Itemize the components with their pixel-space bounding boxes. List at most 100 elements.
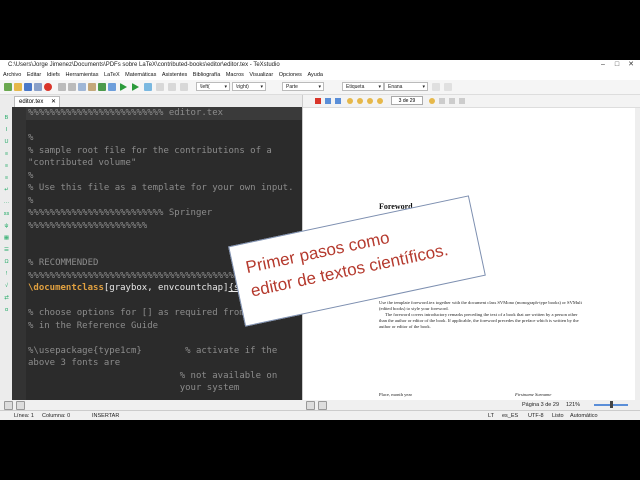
maximize-button[interactable]: □ <box>610 60 624 70</box>
forward-icon[interactable] <box>429 98 435 104</box>
code-line: your system <box>28 383 240 393</box>
minimize-button[interactable]: – <box>596 60 610 70</box>
code-line: above 3 fonts are <box>28 358 121 368</box>
place-date: Place, month year <box>379 392 413 397</box>
save-icon[interactable] <box>24 83 32 91</box>
code-line: %\usepackage{type1cm} % activate if the <box>28 345 278 356</box>
left-delim-select[interactable]: \left( <box>196 82 230 92</box>
viewer-scrollbar[interactable] <box>635 108 640 400</box>
page-number-input[interactable]: 3 de 29 <box>391 96 423 105</box>
search-pdf-icon[interactable] <box>335 98 341 104</box>
greek-icon[interactable]: α <box>3 307 10 313</box>
menu-matematicas[interactable]: Matemáticas <box>125 72 156 78</box>
search-icon[interactable] <box>98 83 106 91</box>
foreword-paragraph-2: The foreword covers introductory remarks… <box>379 312 579 329</box>
menu-archivo[interactable]: Archivo <box>3 72 21 78</box>
messages-toggle-icon[interactable] <box>16 401 25 410</box>
zoom-level: 121% <box>566 402 581 408</box>
menu-idiefs[interactable]: Idiefs <box>47 72 60 78</box>
author-name: Firstname Surname <box>515 392 552 397</box>
ready-indicator: Listo <box>552 413 564 419</box>
view-icon[interactable] <box>144 83 152 91</box>
label-select[interactable]: Etiqueta <box>342 82 384 92</box>
status-bottom-row: Línea: 1 Columna: 0 INSERTAR LT es_ES UT… <box>0 410 640 420</box>
ellipsis-icon[interactable]: … <box>3 199 10 205</box>
copy-icon[interactable] <box>78 83 86 91</box>
menu-ayuda[interactable]: Ayuda <box>307 72 323 78</box>
code-line: "contributed volume" <box>28 158 137 168</box>
italic-icon[interactable] <box>444 83 452 91</box>
code-line: %%%%%%%%%%%%%%%%%%%%%% <box>28 220 148 231</box>
menu-visualizar[interactable]: Visualizar <box>249 72 273 78</box>
bold-icon[interactable] <box>432 83 440 91</box>
stop-icon[interactable] <box>44 83 52 91</box>
open-folder-icon[interactable] <box>14 83 22 91</box>
menu-opciones[interactable]: Opciones <box>279 72 302 78</box>
redo-icon[interactable] <box>68 83 76 91</box>
newline-icon[interactable]: ↵ <box>3 187 10 193</box>
page-layout-icon[interactable] <box>325 98 331 104</box>
sum-icon[interactable]: ss <box>3 211 10 217</box>
bookmark-icon[interactable]: ! <box>3 271 10 277</box>
zoom-slider-handle[interactable] <box>610 401 613 408</box>
code-line: % <box>28 195 34 206</box>
new-file-icon[interactable] <box>4 83 12 91</box>
fit-width-icon[interactable] <box>439 98 445 104</box>
tab-label: editor.tex <box>19 99 44 105</box>
replace-icon[interactable] <box>108 83 116 91</box>
font-size-select[interactable]: Enana <box>384 82 428 92</box>
table-icon[interactable]: ▦ <box>3 235 10 241</box>
undo-icon[interactable] <box>58 83 66 91</box>
auto-indicator[interactable]: Automático <box>570 411 598 420</box>
foreword-paragraph-1: Use the template foreword.tex together w… <box>379 300 582 311</box>
pdf-toggle-icon-2[interactable] <box>318 401 327 410</box>
format-icon-2[interactable] <box>168 83 176 91</box>
align-left-icon[interactable]: ≡ <box>3 151 10 157</box>
arrows-icon[interactable]: ⇄ <box>3 295 10 301</box>
title-bar: C:\Users\Jorge Jimenez\Documents\PDFs so… <box>0 60 640 70</box>
build-view-icon[interactable] <box>120 83 127 91</box>
next-page-icon[interactable] <box>367 98 373 104</box>
save-all-icon[interactable] <box>34 83 42 91</box>
status-bar: Página 3 de 29 121% Línea: 1 Columna: 0 … <box>0 400 640 420</box>
align-right-icon[interactable]: ≡ <box>3 175 10 181</box>
language-indicator[interactable]: es_ES <box>502 411 518 420</box>
format-icon-3[interactable] <box>180 83 188 91</box>
structure-toggle-icon[interactable] <box>4 401 13 410</box>
math-icon[interactable]: √ <box>3 283 10 289</box>
underline-side-icon[interactable]: U <box>3 139 10 145</box>
first-page-icon[interactable] <box>347 98 353 104</box>
fit-page-icon[interactable] <box>449 98 455 104</box>
last-page-icon[interactable] <box>377 98 383 104</box>
paste-icon[interactable] <box>88 83 96 91</box>
bold-side-icon[interactable]: B <box>3 115 10 121</box>
align-center-icon[interactable]: ≡ <box>3 163 10 169</box>
menu-editar[interactable]: Editar <box>27 72 41 78</box>
menu-macros[interactable]: Macros <box>226 72 244 78</box>
zoom-icon[interactable] <box>459 98 465 104</box>
list-icon[interactable]: ☰ <box>3 247 10 253</box>
format-icon[interactable] <box>156 83 164 91</box>
menu-asistentes[interactable]: Asistentes <box>162 72 187 78</box>
menu-latex[interactable]: LaTeX <box>104 72 120 78</box>
code-line: % not available on <box>28 370 278 381</box>
structure-sidebar: B I U ≡ ≡ ≡ ↵ … ss ψ ▦ ☰ Ω ! √ ⇄ α <box>0 107 12 400</box>
pdf-icon[interactable] <box>315 98 321 104</box>
close-window-button[interactable]: ✕ <box>624 60 638 70</box>
right-delim-select[interactable]: \right) <box>232 82 266 92</box>
pdf-toggle-icon[interactable] <box>306 401 315 410</box>
tab-editor-tex[interactable]: editor.tex ✕ <box>14 96 60 107</box>
prev-page-icon[interactable] <box>357 98 363 104</box>
part-select[interactable]: Parte <box>282 82 324 92</box>
symbols-icon[interactable]: Ω <box>3 259 10 265</box>
texstudio-window: C:\Users\Jorge Jimenez\Documents\PDFs so… <box>0 60 640 420</box>
lt-icon[interactable]: LT <box>488 411 494 420</box>
compile-icon[interactable] <box>132 83 139 91</box>
env-icon[interactable]: ψ <box>3 223 10 229</box>
menu-herramientas[interactable]: Herramientas <box>65 72 98 78</box>
menu-bar: Archivo Editar Idiefs Herramientas LaTeX… <box>0 70 640 80</box>
italic-side-icon[interactable]: I <box>3 127 10 133</box>
documentclass-command: \documentclass <box>28 283 104 293</box>
menu-bibliografia[interactable]: Bibliografía <box>193 72 221 78</box>
encoding-indicator[interactable]: UTF-8 <box>528 411 544 420</box>
